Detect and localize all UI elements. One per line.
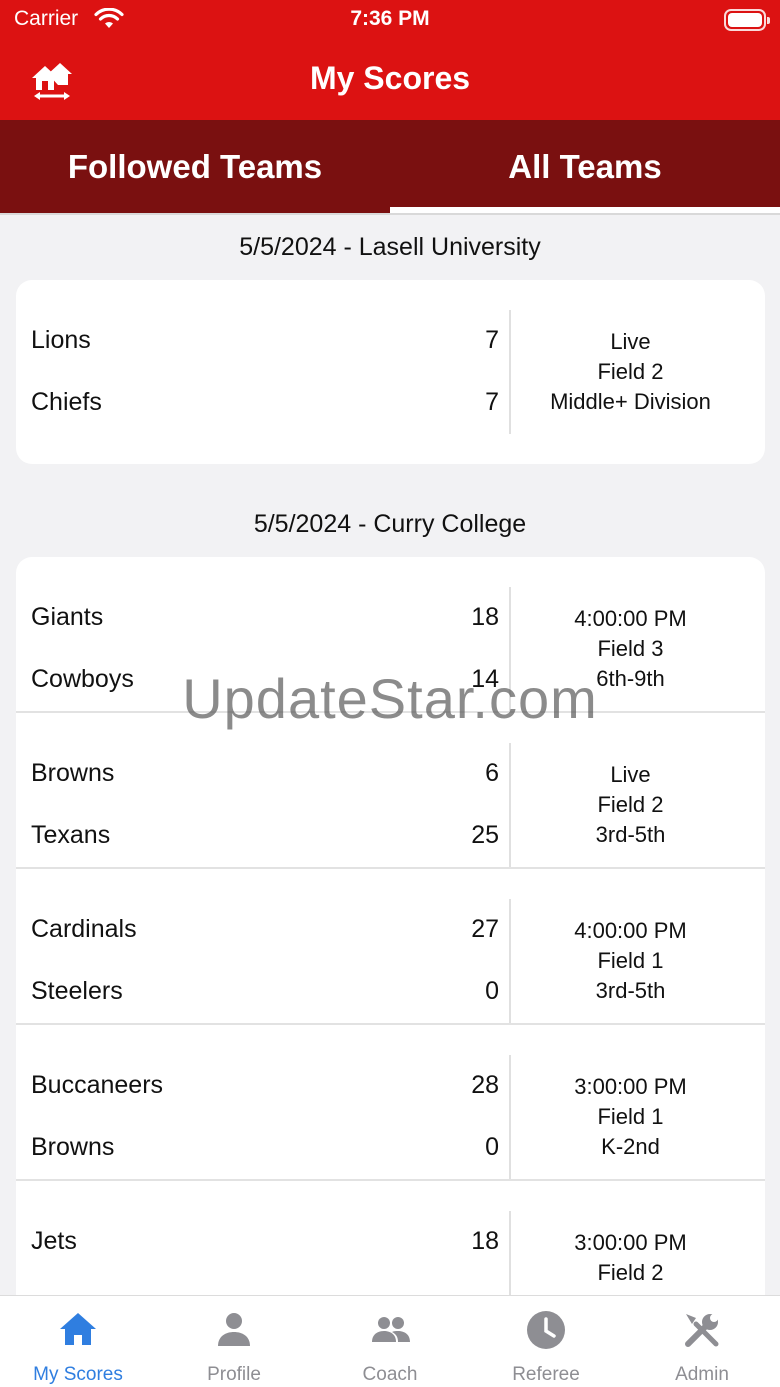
section-header: 5/5/2024 - Curry College [253,510,527,538]
game-division: Middle+ Division [550,389,711,414]
home-score: 7 [485,326,499,354]
game-status: 3:00:00 PM [574,1074,687,1099]
game-division: 3rd-5th [595,822,666,847]
tab-all-teams[interactable]: All Teams [390,120,780,213]
bottom-tab-label: My Scores [33,1364,123,1385]
away-score: 0 [485,1133,499,1161]
game-status: 4:00:00 PM [574,606,687,631]
watermark: UpdateStar.com [182,667,598,730]
home-score: 27 [471,915,499,943]
game-card: Lions 7 Chiefs 7 Live Field 2 Middle+ Di… [16,280,765,464]
status-bar: Carrier 7:36 PM [0,0,780,40]
game-division: K-2nd [601,1134,660,1159]
game-field: Field 2 [597,792,664,817]
game-field: Field 1 [597,948,664,973]
game-field: Field 3 [597,636,664,661]
tab-followed-teams[interactable]: Followed Teams [0,120,390,213]
home-score: 18 [471,1227,499,1255]
bottom-tab-label: Referee [512,1364,580,1385]
page-title: My Scores [309,60,471,96]
game-row[interactable]: Cardinals 27 Steelers 0 4:00:00 PM Field… [16,869,765,1025]
game-row[interactable]: Buccaneers 28 Browns 0 3:00:00 PM Field … [16,1025,765,1181]
home-team: Lions [31,326,91,354]
people-icon [372,1317,410,1342]
bottom-tab-coach[interactable]: Coach [312,1296,468,1387]
game-field: Field 2 [597,359,664,384]
home-team: Browns [31,759,115,787]
section-header: 5/5/2024 - Lasell University [239,233,541,261]
nav-bar: My Scores [0,40,780,120]
game-field: Field 1 [597,1104,664,1129]
game-status: Live [610,762,651,787]
away-score: 25 [471,821,499,849]
game-field: Field 2 [597,1260,664,1285]
away-score: 0 [485,977,499,1005]
home-team: Cardinals [31,915,137,943]
away-team: Steelers [31,977,123,1005]
scores-list[interactable]: 5/5/2024 - Lasell University Lions 7 Chi… [0,215,780,1295]
game-row[interactable]: Jets 18 3:00:00 PM Field 2 [16,1181,765,1295]
tools-icon [685,1314,719,1347]
away-team: Browns [31,1133,115,1161]
game-row[interactable]: Lions 7 Chiefs 7 Live Field 2 Middle+ Di… [16,280,765,436]
home-score: 18 [471,603,499,631]
battery-icon [724,9,770,31]
game-status: 4:00:00 PM [574,918,687,943]
bottom-tab-label: Admin [675,1364,729,1385]
bottom-tab-referee[interactable]: Referee [468,1296,624,1387]
game-row[interactable]: Browns 6 Texans 25 Live Field 2 3rd-5th [16,713,765,869]
home-team: Buccaneers [31,1071,164,1099]
away-team: Chiefs [31,388,102,416]
home-team: Giants [31,603,104,631]
clock-icon [527,1311,565,1349]
home-team: Jets [31,1227,77,1255]
bottom-tab-my-scores[interactable]: My Scores [0,1296,156,1387]
game-division: 3rd-5th [595,978,666,1003]
status-time: 7:36 PM [350,7,430,30]
bottom-tab-bar: My Scores Profile Coach Referee Admin [0,1295,780,1387]
game-status: Live [610,329,651,354]
bottom-tab-label: Coach [362,1364,418,1385]
bottom-tab-admin[interactable]: Admin [624,1296,780,1387]
away-score: 7 [485,388,499,416]
home-score: 28 [471,1071,499,1099]
game-status: 3:00:00 PM [574,1230,687,1255]
bottom-tab-profile[interactable]: Profile [156,1296,312,1387]
home-icon [60,1313,96,1345]
bottom-tab-label: Profile [207,1364,261,1385]
person-icon [218,1313,250,1346]
home-score: 6 [485,759,499,787]
segment-tabs: Followed Teams All Teams [0,120,780,213]
away-team: Texans [31,821,111,849]
